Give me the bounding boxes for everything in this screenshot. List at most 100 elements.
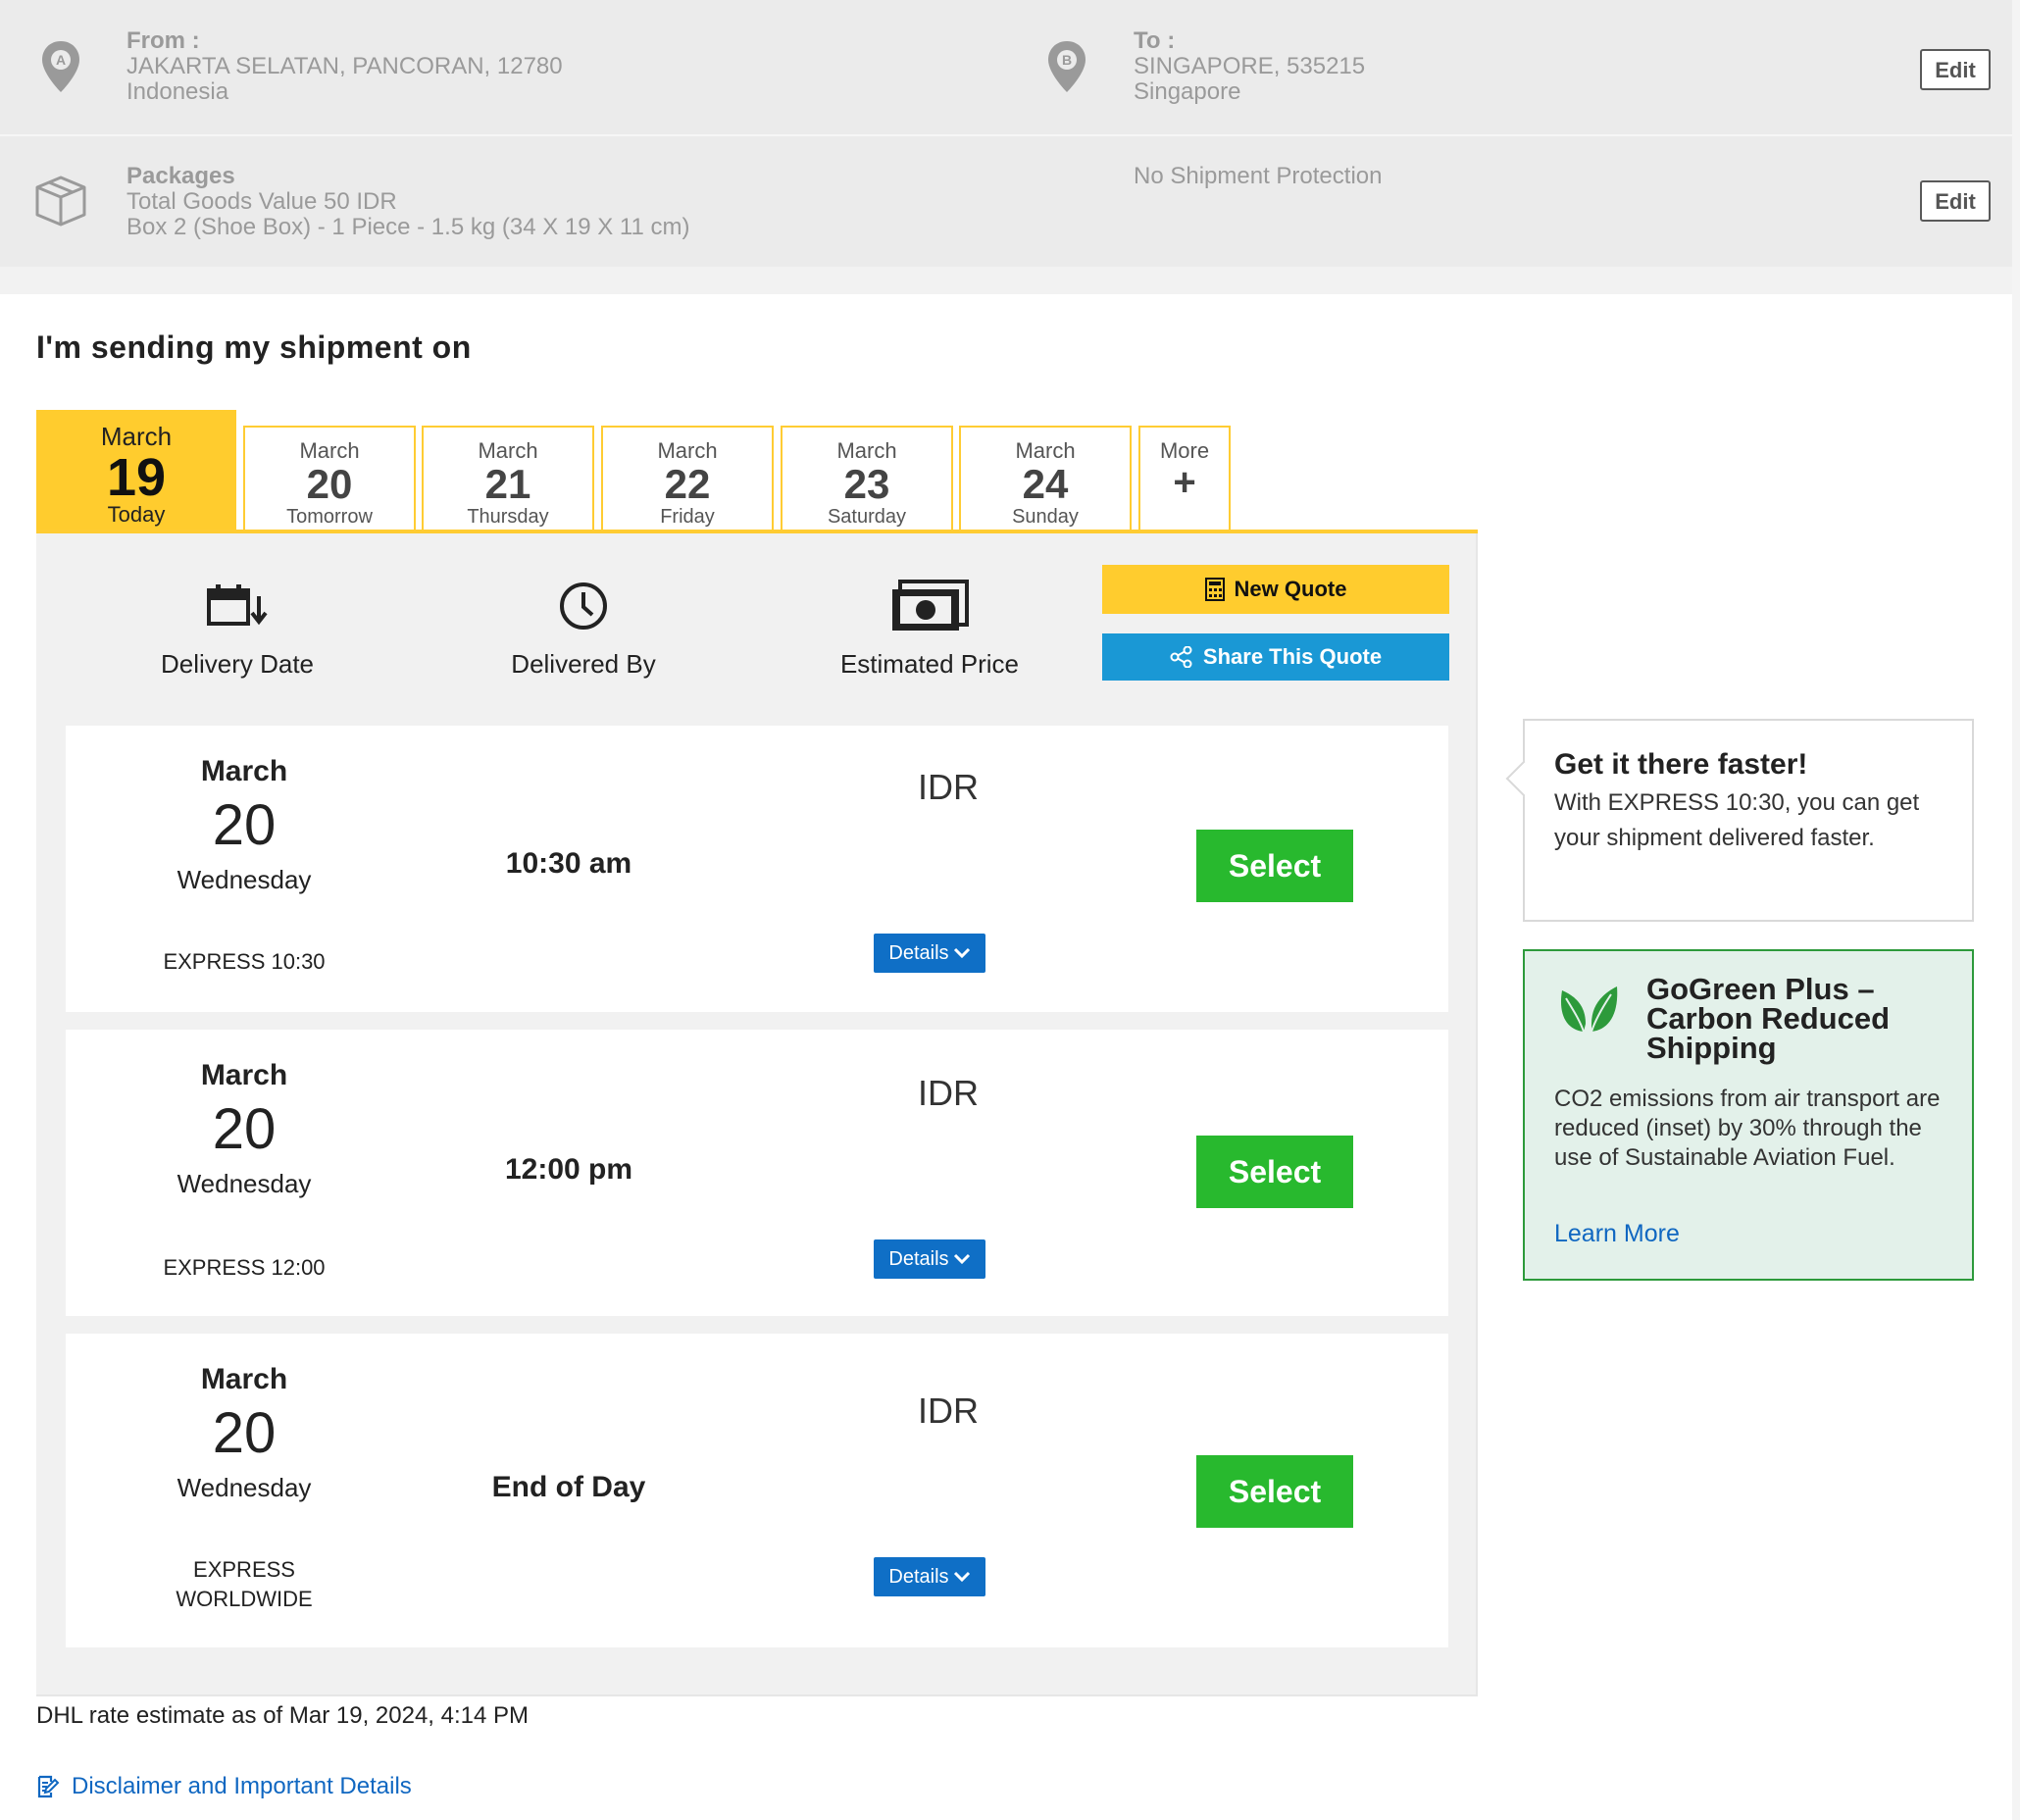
tab-date-20[interactable]: March 20 Tomorrow — [243, 426, 416, 530]
tab-day: 24 — [1022, 461, 1069, 507]
chevron-down-icon — [953, 947, 970, 959]
column-estimated-price: Estimated Price — [792, 577, 1067, 680]
tab-weekday: Saturday — [827, 506, 907, 528]
details-button[interactable]: Details — [874, 1557, 985, 1596]
select-button[interactable]: Select — [1196, 1455, 1353, 1528]
product-name-line: WORLDWIDE — [176, 1587, 313, 1611]
pin-b-label: B — [1062, 52, 1072, 68]
pin-a-label: A — [56, 52, 66, 68]
shipping-option-card: March 20 Wednesday EXPRESS 12:00 12:00 p… — [66, 1030, 1448, 1316]
to-address: To : SINGAPORE, 535215 Singapore — [1134, 28, 1365, 105]
delivery-month: March — [200, 755, 288, 787]
details-button[interactable]: Details — [874, 1239, 985, 1279]
delivery-date: March 20 Wednesday — [126, 1059, 362, 1199]
to-label: To : — [1134, 27, 1176, 54]
package-box-icon — [35, 176, 86, 227]
plus-icon: + — [1173, 461, 1196, 504]
divider — [0, 267, 2012, 294]
tab-date-22[interactable]: March 22 Friday — [601, 426, 774, 530]
route-row: A From : JAKARTA SELATAN, PANCORAN, 1278… — [0, 0, 2012, 136]
edit-package-button[interactable]: Edit — [1920, 180, 1991, 222]
tab-date-24[interactable]: March 24 Sunday — [959, 426, 1132, 530]
tab-weekday: Today — [107, 502, 166, 527]
promo-title: Get it there faster! — [1554, 748, 1808, 781]
tab-day: 22 — [664, 461, 711, 507]
tab-more-dates[interactable]: More + — [1138, 426, 1231, 530]
delivery-day: 20 — [212, 1401, 277, 1465]
select-button[interactable]: Select — [1196, 830, 1353, 902]
product-name: EXPRESS WORLDWIDE — [126, 1555, 362, 1614]
calculator-icon — [1204, 578, 1225, 601]
scrollbar-track[interactable] — [2012, 0, 2020, 1820]
leaf-icon — [1560, 986, 1618, 1033]
disclaimer-link[interactable]: Disclaimer and Important Details — [36, 1773, 412, 1800]
new-quote-label: New Quote — [1234, 577, 1347, 601]
package-info: Packages Total Goods Value 50 IDR Box 2 … — [126, 164, 690, 240]
tab-month: March — [1015, 438, 1076, 463]
location-pin-icon: B — [1048, 41, 1086, 92]
tab-day: 21 — [484, 461, 531, 507]
gogreen-body: CO2 emissions from air transport are red… — [1554, 1086, 1941, 1171]
location-pin-icon: A — [42, 41, 79, 92]
tab-date-21[interactable]: March 21 Thursday — [422, 426, 594, 530]
from-address: From : JAKARTA SELATAN, PANCORAN, 12780 … — [126, 28, 563, 105]
chevron-down-icon — [953, 1571, 970, 1583]
delivery-date-label: Delivery Date — [160, 649, 315, 679]
delivery-day: 20 — [212, 1097, 277, 1161]
edit-route-button[interactable]: Edit — [1920, 49, 1991, 90]
from-address-line: JAKARTA SELATAN, PANCORAN, 12780 — [126, 53, 563, 79]
package-detail: Box 2 (Shoe Box) - 1 Piece - 1.5 kg (34 … — [126, 214, 690, 240]
promo-body: With EXPRESS 10:30, you can get your shi… — [1554, 789, 1920, 851]
learn-more-link[interactable]: Learn More — [1554, 1220, 1680, 1248]
tab-weekday: Sunday — [1012, 506, 1079, 528]
select-button[interactable]: Select — [1196, 1136, 1353, 1208]
product-name-line: EXPRESS 10:30 — [163, 949, 326, 974]
tab-weekday: Tomorrow — [286, 506, 373, 528]
to-country: Singapore — [1134, 78, 1241, 105]
from-country: Indonesia — [126, 78, 229, 105]
details-button[interactable]: Details — [874, 934, 985, 973]
delivered-by-label: Delivered By — [511, 649, 656, 679]
shipping-option-card: March 20 Wednesday EXPRESS WORLDWIDE End… — [66, 1334, 1448, 1647]
details-label: Details — [888, 1247, 949, 1270]
details-label: Details — [888, 1565, 949, 1588]
delivered-by-time: 10:30 am — [505, 847, 632, 880]
packages-label: Packages — [126, 163, 235, 189]
page-title: I'm sending my shipment on — [36, 329, 472, 365]
tab-month: March — [299, 438, 360, 463]
delivery-month: March — [200, 1363, 288, 1395]
edit-document-icon — [37, 1775, 60, 1798]
product-name-line: EXPRESS — [193, 1557, 295, 1582]
product-name: EXPRESS 12:00 — [126, 1253, 362, 1283]
new-quote-button[interactable]: New Quote — [1102, 565, 1449, 614]
share-quote-button[interactable]: Share This Quote — [1102, 633, 1449, 681]
column-delivered-by: Delivered By — [446, 577, 721, 680]
chevron-down-icon — [953, 1253, 970, 1265]
tab-date-19[interactable]: March 19 Today — [36, 410, 236, 533]
delivery-weekday: Wednesday — [177, 1169, 312, 1198]
money-icon — [892, 580, 969, 631]
gogreen-plus-panel: GoGreen Plus – Carbon Reduced Shipping C… — [1523, 949, 1974, 1281]
tab-date-23[interactable]: March 23 Saturday — [781, 426, 953, 530]
delivery-date: March 20 Wednesday — [126, 755, 362, 895]
delivery-day: 20 — [212, 793, 277, 857]
from-label: From : — [126, 27, 200, 54]
tab-day: 23 — [843, 461, 890, 507]
faster-delivery-promo: Get it there faster! With EXPRESS 10:30,… — [1505, 719, 1974, 922]
estimated-price-label: Estimated Price — [839, 649, 1020, 679]
tab-weekday: Thursday — [467, 506, 549, 528]
clock-icon — [560, 582, 607, 630]
shipment-summary: A From : JAKARTA SELATAN, PANCORAN, 1278… — [0, 0, 2012, 267]
shipping-option-card: March 20 Wednesday EXPRESS 10:30 10:30 a… — [66, 726, 1448, 1012]
tab-month: March — [100, 422, 173, 451]
delivery-weekday: Wednesday — [177, 865, 312, 894]
tab-day: 19 — [106, 448, 167, 507]
tab-month: March — [836, 438, 897, 463]
package-row: Packages Total Goods Value 50 IDR Box 2 … — [0, 136, 2012, 267]
price-currency: IDR — [918, 767, 979, 807]
tab-weekday: Friday — [660, 506, 715, 528]
column-delivery-date: Delivery Date — [100, 577, 375, 680]
product-name: EXPRESS 10:30 — [126, 947, 362, 977]
rate-estimate-note: DHL rate estimate as of Mar 19, 2024, 4:… — [36, 1702, 530, 1729]
shipment-protection: No Shipment Protection — [1134, 163, 1383, 189]
